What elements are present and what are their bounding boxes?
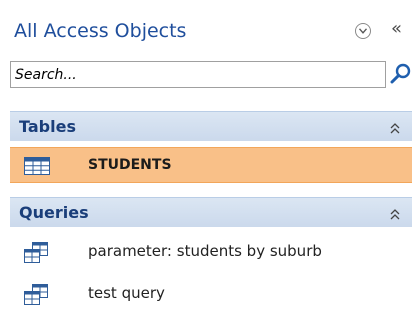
nav-item-label: parameter: students by suburb bbox=[88, 242, 322, 260]
table-icon bbox=[24, 157, 50, 179]
group-header-queries[interactable]: Queries bbox=[10, 197, 412, 227]
search-box bbox=[10, 61, 386, 88]
search-icon[interactable] bbox=[390, 63, 412, 85]
double-chevron-left-icon[interactable]: « bbox=[391, 18, 402, 39]
nav-item-students[interactable]: STUDENTS bbox=[10, 147, 412, 183]
nav-item-label: STUDENTS bbox=[88, 157, 172, 173]
navigation-pane-header[interactable]: All Access Objects « bbox=[0, 0, 412, 62]
chevron-down-circle-icon[interactable] bbox=[355, 23, 371, 39]
search-input[interactable] bbox=[11, 62, 385, 87]
nav-item-test-query[interactable]: test query bbox=[10, 275, 412, 311]
navigation-pane: All Access Objects « Tables bbox=[0, 0, 412, 314]
query-icon bbox=[24, 284, 48, 310]
nav-item-parameter-query[interactable]: parameter: students by suburb bbox=[10, 233, 412, 269]
pane-title[interactable]: All Access Objects bbox=[14, 20, 186, 42]
collapse-up-icon[interactable] bbox=[390, 206, 400, 225]
nav-item-label: test query bbox=[88, 284, 165, 302]
group-title: Queries bbox=[19, 203, 89, 222]
group-header-tables[interactable]: Tables bbox=[10, 111, 412, 141]
collapse-up-icon[interactable] bbox=[390, 120, 400, 139]
group-title: Tables bbox=[19, 117, 76, 136]
query-icon bbox=[24, 242, 48, 268]
